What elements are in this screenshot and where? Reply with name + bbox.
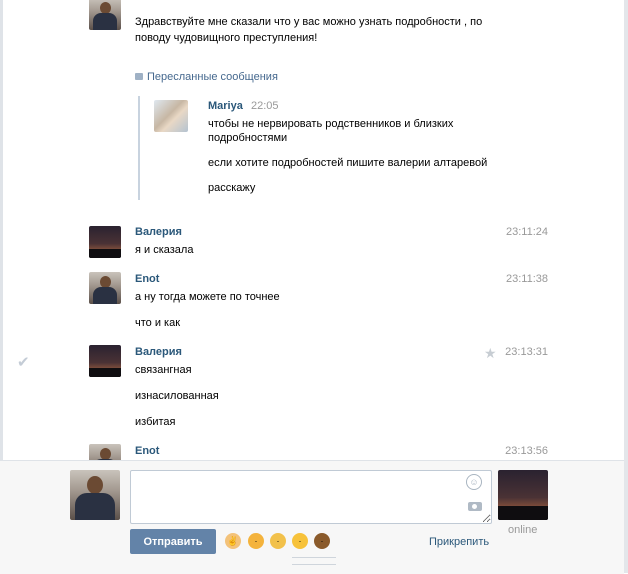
message-text: я и сказала	[135, 244, 194, 256]
avatar[interactable]	[89, 345, 121, 377]
attach-link[interactable]: Прикрепить	[429, 536, 489, 548]
author-name[interactable]: Валерия	[135, 346, 182, 358]
message-history[interactable]: Здравствуйте мне сказали что у вас можно…	[3, 0, 624, 460]
resize-grip[interactable]	[292, 557, 336, 565]
message-time: 23:13:56	[505, 445, 548, 457]
avatar[interactable]	[89, 0, 121, 30]
fearful-face-icon[interactable]: ·	[270, 533, 286, 549]
message-text: связангная	[135, 364, 192, 376]
message-text: подробностями	[208, 132, 288, 144]
message-time: 23:11:38	[505, 273, 548, 285]
send-button[interactable]: Отправить	[130, 529, 216, 554]
message-text: чтобы не нервировать родственников и бли…	[208, 118, 454, 130]
message-text: а ну тогда можете по точнее	[135, 291, 280, 303]
grinning-face-icon[interactable]: ·	[292, 533, 308, 549]
message-text: изнасилованная	[135, 390, 219, 402]
scrollbar[interactable]	[624, 0, 628, 573]
avatar[interactable]	[89, 444, 121, 460]
smile-icon[interactable]: ☺	[466, 474, 482, 490]
pile-of-poo-icon[interactable]: ·	[314, 533, 330, 549]
camera-icon[interactable]	[468, 502, 482, 511]
my-avatar[interactable]	[70, 470, 120, 520]
author-name[interactable]: Mariya	[208, 100, 243, 112]
avatar[interactable]	[154, 100, 188, 132]
author-name[interactable]: Валерия	[135, 226, 182, 238]
message-time: 23:13:31	[505, 346, 548, 358]
author-name[interactable]: Enot	[135, 445, 159, 457]
online-status: online	[508, 524, 538, 536]
avatar[interactable]	[89, 272, 121, 304]
author-name[interactable]: Enot	[135, 273, 159, 285]
angry-face-icon[interactable]: ·	[248, 533, 264, 549]
avatar[interactable]	[89, 226, 121, 258]
forwarded-header: Пересланные сообщения	[135, 71, 278, 83]
message-text: поводу чудовищного преступления!	[135, 32, 318, 44]
message-time: 22:05	[251, 100, 279, 112]
message-time: 23:11:24	[505, 226, 548, 238]
message-text: что и как	[135, 317, 181, 329]
message-text: избитая	[135, 416, 176, 428]
victory-hand-icon[interactable]: ✌	[225, 533, 241, 549]
peer-avatar[interactable]	[498, 470, 548, 520]
message-text: если хотите подробностей пишите валерии …	[208, 157, 488, 169]
forward-icon	[135, 73, 143, 80]
checkmark-icon[interactable]: ✔	[17, 353, 30, 371]
forwarded-bar	[138, 96, 140, 200]
message-text: Здравствуйте мне сказали что у вас можно…	[135, 16, 483, 28]
message-text: расскажу	[208, 182, 256, 194]
star-icon[interactable]: ★	[484, 345, 497, 362]
message-input[interactable]	[130, 470, 492, 524]
